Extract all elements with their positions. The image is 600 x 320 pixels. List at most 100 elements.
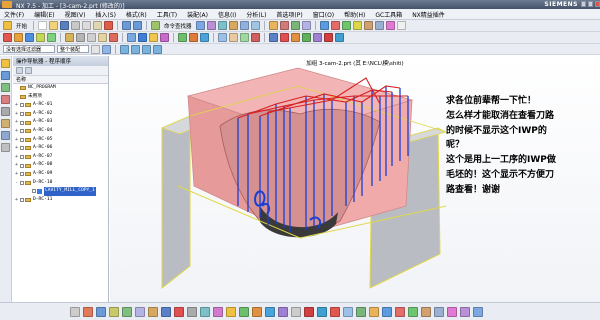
save-icon[interactable]	[60, 21, 70, 30]
replay-toolpath-icon[interactable]	[330, 21, 340, 30]
boss-icon[interactable]	[187, 306, 197, 317]
column-header-name[interactable]: 名称	[13, 76, 108, 84]
start-icon[interactable]	[3, 21, 12, 30]
maximize-button[interactable]	[588, 1, 593, 7]
program-group-row[interactable]: + A-RC-07	[13, 153, 108, 162]
menu-item[interactable]: GC工具箱	[375, 10, 402, 19]
filter-reset-icon[interactable]	[91, 44, 100, 54]
menu-item[interactable]: 帮助(H)	[344, 10, 365, 19]
program-group-row[interactable]: + A-RC-09	[13, 170, 108, 179]
generate-toolpath-icon[interactable]	[319, 21, 329, 30]
paste-object-icon[interactable]	[98, 33, 107, 42]
object-info-icon[interactable]	[160, 33, 169, 42]
slot-icon[interactable]	[226, 306, 236, 317]
new-file-icon[interactable]	[38, 21, 48, 30]
zoom-icon[interactable]	[228, 21, 238, 30]
copy-object-icon[interactable]	[87, 33, 96, 42]
project-icon[interactable]	[382, 306, 392, 317]
sketch-icon[interactable]	[330, 306, 340, 317]
edit-object-icon[interactable]	[65, 33, 74, 42]
snap-face-icon[interactable]	[447, 306, 457, 317]
menu-item[interactable]: 首选项(P)	[276, 10, 302, 19]
method-view-icon[interactable]	[301, 21, 311, 30]
layer-settings-icon[interactable]	[218, 33, 227, 42]
wcs-origin-icon[interactable]	[178, 33, 187, 42]
wireframe-view-icon[interactable]	[206, 21, 216, 30]
menu-item[interactable]: 分析(L)	[246, 10, 266, 19]
delete-object-icon[interactable]	[109, 33, 118, 42]
open-file-icon[interactable]	[49, 21, 59, 30]
history-tab-icon[interactable]	[1, 107, 10, 116]
verify-toolpath-icon[interactable]	[341, 21, 351, 30]
plane-icon[interactable]	[109, 306, 119, 317]
analysis-icon[interactable]	[269, 33, 278, 42]
post-process-icon[interactable]	[363, 21, 373, 30]
snap-vertex-icon[interactable]	[473, 306, 483, 317]
program-group-row[interactable]: + A-RC-01	[13, 101, 108, 110]
snap-endpoint-icon[interactable]	[120, 44, 129, 54]
program-group-row[interactable]: + A-RC-05	[13, 136, 108, 145]
menu-item[interactable]: NX精益插件	[412, 10, 445, 19]
chamfer-icon[interactable]	[252, 306, 262, 317]
program-group-row[interactable]: + D-RC-11	[13, 196, 108, 205]
copy-to-layer-icon[interactable]	[251, 33, 260, 42]
hole-icon[interactable]	[174, 306, 184, 317]
program-group-row[interactable]: + A-RC-08	[13, 161, 108, 170]
shaded-view-icon[interactable]	[195, 21, 205, 30]
curve-icon[interactable]	[343, 306, 353, 317]
toolbar-options-icon[interactable]	[396, 21, 406, 30]
snap-center-icon[interactable]	[142, 44, 151, 54]
pattern-icon[interactable]	[317, 306, 327, 317]
shop-doc-icon[interactable]	[374, 21, 384, 30]
graphics-window[interactable]: 加组 3-cam-2.prt (其 E:\NCL\模\shiti) 求各位前辈帮…	[110, 56, 600, 302]
shell-icon[interactable]	[278, 306, 288, 317]
minimize-button[interactable]	[581, 1, 586, 7]
reuse-library-tab-icon[interactable]	[1, 95, 10, 104]
start-menu-button[interactable]: 开始	[16, 22, 27, 30]
delete-icon[interactable]	[104, 21, 114, 30]
create-method-icon[interactable]	[36, 33, 45, 42]
web-browser-tab-icon[interactable]	[1, 143, 10, 152]
visible-in-view-icon[interactable]	[229, 33, 238, 42]
groove-icon[interactable]	[239, 306, 249, 317]
csys-icon[interactable]	[135, 306, 145, 317]
operation-row[interactable]: CAVITY_MILL_COPY_1	[13, 187, 108, 196]
local-radius-icon[interactable]	[302, 33, 311, 42]
menu-item[interactable]: 工具(T)	[157, 10, 177, 19]
menu-item[interactable]: 装配(A)	[187, 10, 208, 19]
close-button[interactable]	[595, 1, 600, 7]
bridge-icon[interactable]	[408, 306, 418, 317]
hide-icon[interactable]	[324, 33, 333, 42]
snap-curve-icon[interactable]	[434, 306, 444, 317]
program-group-row[interactable]: - D-RC-10	[13, 179, 108, 188]
pan-icon[interactable]	[250, 21, 260, 30]
menu-item[interactable]: 插入(S)	[95, 10, 116, 19]
snap-edge-icon[interactable]	[460, 306, 470, 317]
program-group-row[interactable]: + A-RC-04	[13, 127, 108, 136]
command-finder-icon[interactable]	[151, 21, 161, 30]
revolve-icon[interactable]	[161, 306, 171, 317]
cut-icon[interactable]	[71, 21, 81, 30]
create-program-icon[interactable]	[3, 33, 12, 42]
intersect-icon[interactable]	[395, 306, 405, 317]
display-2d-icon[interactable]	[138, 33, 147, 42]
copy-icon[interactable]	[82, 21, 92, 30]
menu-item[interactable]: 信息(I)	[218, 10, 236, 19]
create-tool-icon[interactable]	[14, 33, 23, 42]
geometry-view-icon[interactable]	[290, 21, 300, 30]
program-group-row[interactable]: + A-RC-02	[13, 110, 108, 119]
snap-intersection-icon[interactable]	[153, 44, 162, 54]
command-finder-button[interactable]: 命令查找器	[164, 22, 192, 30]
menu-item[interactable]: 格式(R)	[126, 10, 147, 19]
pocket-icon[interactable]	[200, 306, 210, 317]
rotate-icon[interactable]	[239, 21, 249, 30]
select-all-icon[interactable]	[102, 44, 111, 54]
wcs-rotate-icon[interactable]	[200, 33, 209, 42]
feature-navigator-tab-icon[interactable]	[1, 83, 10, 92]
pin-icon[interactable]	[16, 67, 23, 74]
trim-icon[interactable]	[291, 306, 301, 317]
line-icon[interactable]	[70, 306, 80, 317]
create-operation-icon[interactable]	[47, 33, 56, 42]
wcs-dynamic-icon[interactable]	[189, 33, 198, 42]
extrude-icon[interactable]	[148, 306, 158, 317]
